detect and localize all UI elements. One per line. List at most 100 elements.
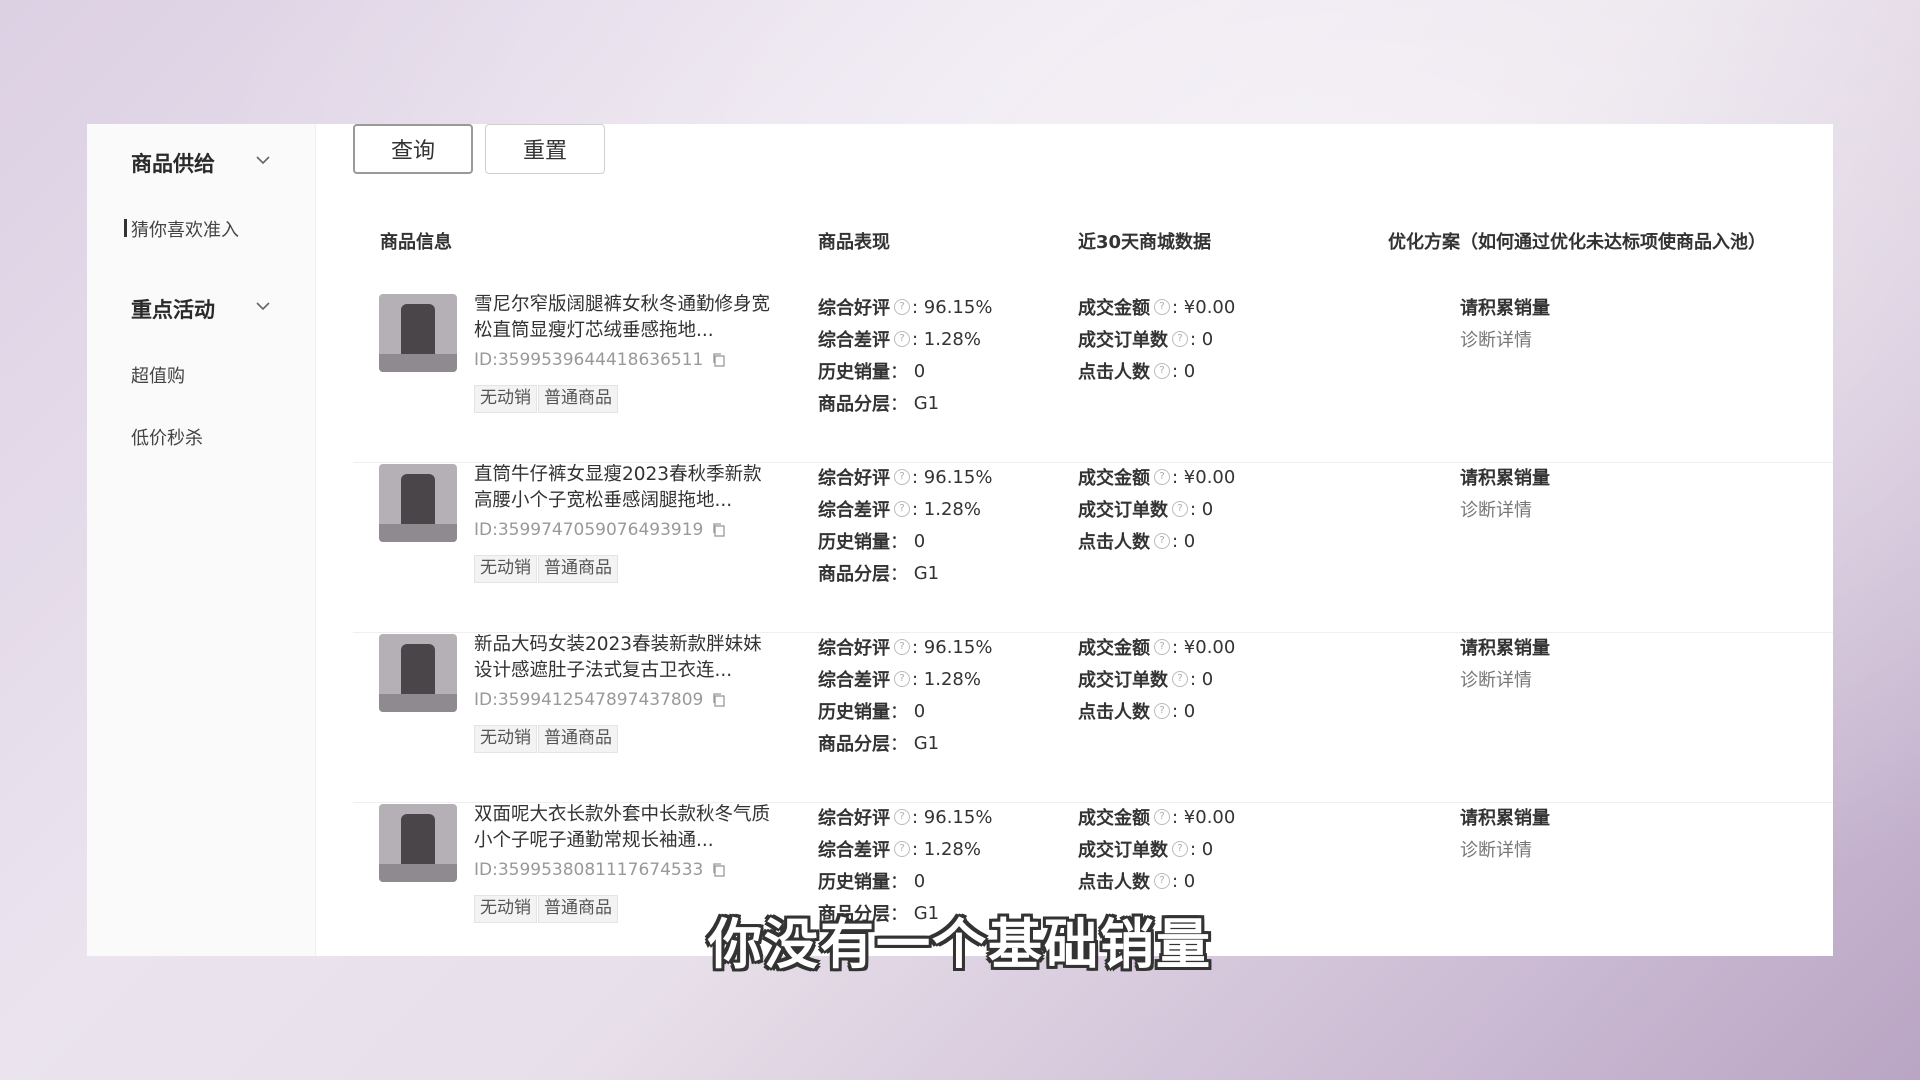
video-subtitle: 你没有一个基础销量 <box>708 913 1212 976</box>
help-icon[interactable]: ? <box>1154 533 1170 549</box>
metric-label: 综合好评 <box>818 468 890 489</box>
copy-icon[interactable] <box>711 522 727 538</box>
help-icon[interactable]: ? <box>1172 331 1188 347</box>
product-title[interactable]: 双面呢大衣长款外套中长款秋冬气质小个子呢子通勤常规长袖通... <box>474 802 774 854</box>
metric-bad-rate: 综合差评?: 1.28% <box>818 836 981 862</box>
metric-gmv: 成交金额?: ¥0.00 <box>1078 464 1235 490</box>
help-icon[interactable]: ? <box>1154 809 1170 825</box>
help-icon[interactable]: ? <box>1154 363 1170 379</box>
help-icon[interactable]: ? <box>1154 299 1170 315</box>
sidebar-item-flash-sale[interactable]: 低价秒杀 <box>131 424 203 450</box>
tag-normal-product: 普通商品 <box>538 385 618 413</box>
metric-bad-rate: 综合差评?: 1.28% <box>818 326 981 352</box>
metric-label: 综合好评 <box>818 298 890 319</box>
metric-label: 点击人数 <box>1078 362 1150 383</box>
metric-clicks: 点击人数?: 0 <box>1078 528 1195 554</box>
sidebar-group-supply[interactable]: 商品供给 <box>131 148 270 178</box>
metric-history-sales: 历史销量： 0 <box>818 358 925 384</box>
copy-icon[interactable] <box>711 692 727 708</box>
sidebar-group-label: 商品供给 <box>131 152 215 176</box>
copy-icon[interactable] <box>711 862 727 878</box>
metric-orders: 成交订单数?: 0 <box>1078 666 1213 692</box>
optimization-plan: 请积累销量 <box>1460 298 1550 319</box>
tag-normal-product: 普通商品 <box>538 725 618 753</box>
diagnosis-details-link[interactable]: 诊断详情 <box>1460 326 1532 352</box>
metric-label: 商品分层 <box>818 564 890 585</box>
product-id: ID:3599539644418636511 <box>474 350 727 370</box>
help-icon[interactable]: ? <box>1154 469 1170 485</box>
metric-good-rate: 综合好评?: 96.15% <box>818 804 992 830</box>
metric-orders: 成交订单数?: 0 <box>1078 836 1213 862</box>
main-content: 查询 重置 商品信息 商品表现 近30天商城数据 优化方案（如何通过优化未达标项… <box>353 124 1833 956</box>
metric-label: 综合好评 <box>818 808 890 829</box>
product-id: ID:3599538081117674533 <box>474 860 727 880</box>
header-mall-data: 近30天商城数据 <box>1078 232 1212 253</box>
help-icon[interactable]: ? <box>1154 639 1170 655</box>
help-icon[interactable]: ? <box>894 639 910 655</box>
help-icon[interactable]: ? <box>894 671 910 687</box>
product-thumbnail[interactable] <box>379 804 457 882</box>
metric-label: 成交订单数 <box>1078 840 1168 861</box>
sidebar-item-super-value[interactable]: 超值购 <box>131 362 185 388</box>
help-icon[interactable]: ? <box>1172 501 1188 517</box>
help-icon[interactable]: ? <box>894 809 910 825</box>
metric-good-rate: 综合好评?: 96.15% <box>818 294 992 320</box>
metric-history-sales: 历史销量： 0 <box>818 528 925 554</box>
help-icon[interactable]: ? <box>894 331 910 347</box>
reset-button[interactable]: 重置 <box>485 124 605 174</box>
optimization-plan: 请积累销量 <box>1460 468 1550 489</box>
diagnosis-details-link[interactable]: 诊断详情 <box>1460 496 1532 522</box>
tag-no-sales: 无动销 <box>474 385 537 413</box>
metric-label: 综合好评 <box>818 638 890 659</box>
metric-gmv: 成交金额?: ¥0.00 <box>1078 634 1235 660</box>
product-id-text: ID:3599539644418636511 <box>474 350 704 370</box>
diagnosis-details-link[interactable]: 诊断详情 <box>1460 836 1532 862</box>
metric-label: 点击人数 <box>1078 532 1150 553</box>
help-icon[interactable]: ? <box>1154 873 1170 889</box>
help-icon[interactable]: ? <box>1172 671 1188 687</box>
sidebar-item-guess-you-like[interactable]: 猜你喜欢准入 <box>131 216 239 242</box>
help-icon[interactable]: ? <box>894 841 910 857</box>
metric-label: 商品分层 <box>818 734 890 755</box>
metric-history-sales: 历史销量： 0 <box>818 698 925 724</box>
query-button[interactable]: 查询 <box>353 124 473 174</box>
product-thumbnail[interactable] <box>379 464 457 542</box>
help-icon[interactable]: ? <box>894 469 910 485</box>
metric-orders: 成交订单数?: 0 <box>1078 326 1213 352</box>
metric-label: 成交订单数 <box>1078 670 1168 691</box>
metric-tier: 商品分层： G1 <box>818 390 939 416</box>
metric-orders: 成交订单数?: 0 <box>1078 496 1213 522</box>
product-id-text: ID:3599747059076493919 <box>474 520 704 540</box>
product-title[interactable]: 雪尼尔窄版阔腿裤女秋冬通勤修身宽松直筒显瘦灯芯绒垂感拖地... <box>474 292 774 344</box>
metric-label: 成交金额 <box>1078 298 1150 319</box>
help-icon[interactable]: ? <box>894 501 910 517</box>
metric-label: 成交订单数 <box>1078 330 1168 351</box>
diagnosis-details-link[interactable]: 诊断详情 <box>1460 666 1532 692</box>
sidebar-group-label: 重点活动 <box>131 298 215 322</box>
metric-label: 综合差评 <box>818 840 890 861</box>
table-row: 新品大码女装2023春装新款胖妹妹设计感遮肚子法式复古卫衣连... ID:359… <box>353 634 1833 803</box>
metric-label: 点击人数 <box>1078 872 1150 893</box>
chevron-down-icon <box>256 156 270 165</box>
help-icon[interactable]: ? <box>1154 703 1170 719</box>
sidebar-group-key-activities[interactable]: 重点活动 <box>131 294 270 324</box>
product-title[interactable]: 直筒牛仔裤女显瘦2023春秋季新款高腰小个子宽松垂感阔腿拖地... <box>474 462 774 514</box>
metric-history-sales: 历史销量： 0 <box>818 868 925 894</box>
help-icon[interactable]: ? <box>1172 841 1188 857</box>
metric-label: 成交金额 <box>1078 468 1150 489</box>
metric-clicks: 点击人数?: 0 <box>1078 358 1195 384</box>
metric-tier: 商品分层： G1 <box>818 560 939 586</box>
help-icon[interactable]: ? <box>894 299 910 315</box>
metric-label: 综合差评 <box>818 500 890 521</box>
table-row: 雪尼尔窄版阔腿裤女秋冬通勤修身宽松直筒显瘦灯芯绒垂感拖地... ID:35995… <box>353 294 1833 463</box>
product-title[interactable]: 新品大码女装2023春装新款胖妹妹设计感遮肚子法式复古卫衣连... <box>474 632 774 684</box>
optimization-plan: 请积累销量 <box>1460 808 1550 829</box>
product-thumbnail[interactable] <box>379 294 457 372</box>
sidebar-item-label: 低价秒杀 <box>131 428 203 449</box>
metric-good-rate: 综合好评?: 96.15% <box>818 634 992 660</box>
metric-bad-rate: 综合差评?: 1.28% <box>818 496 981 522</box>
copy-icon[interactable] <box>711 352 727 368</box>
product-thumbnail[interactable] <box>379 634 457 712</box>
metric-label: 商品分层 <box>818 394 890 415</box>
sidebar-item-label: 超值购 <box>131 366 185 387</box>
